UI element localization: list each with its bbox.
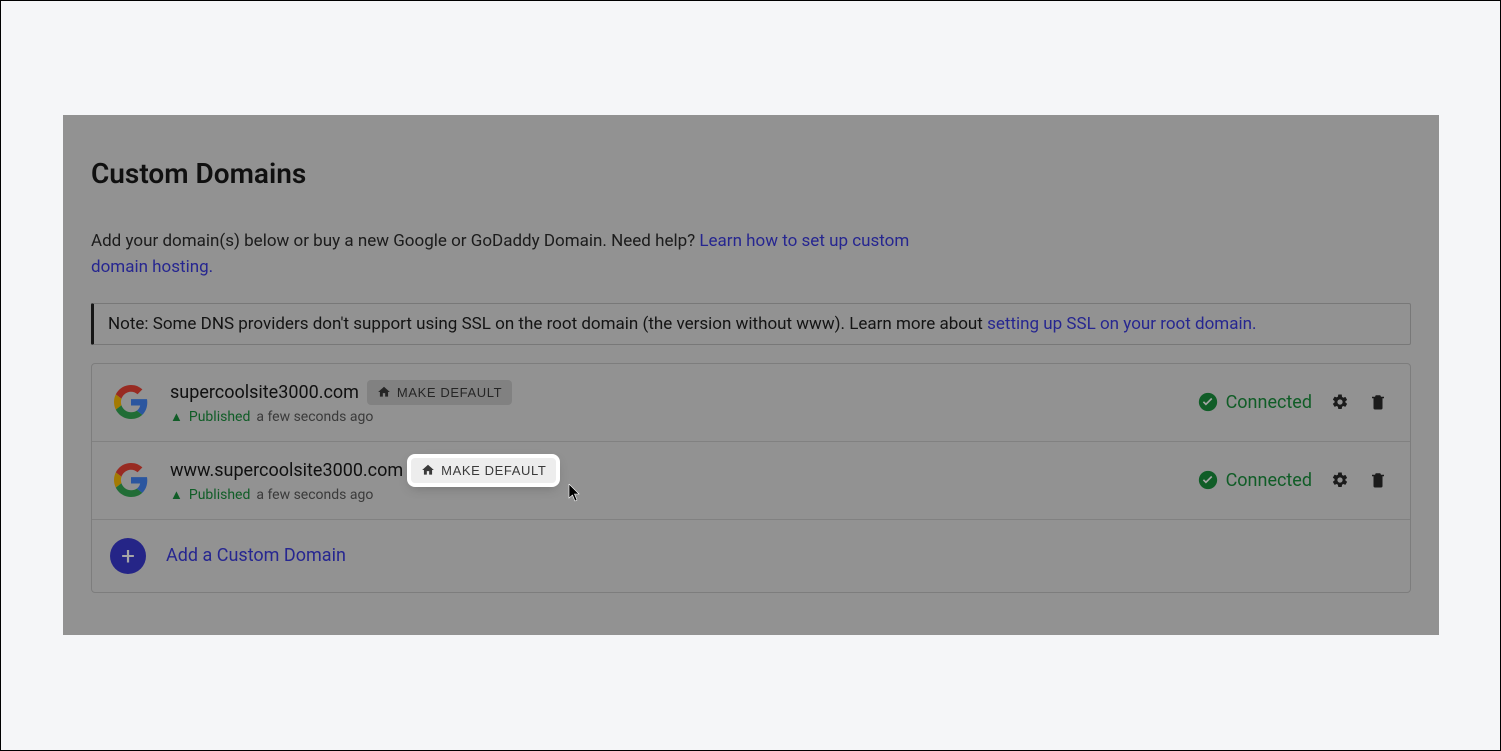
- time-ago: a few seconds ago: [256, 487, 373, 503]
- published-label: Published: [189, 409, 250, 425]
- domain-status: ▲ Published a few seconds ago: [170, 487, 1198, 503]
- connected-label: Connected: [1226, 470, 1312, 491]
- settings-button[interactable]: [1330, 470, 1350, 490]
- trash-icon: [1369, 393, 1387, 411]
- row-right: Connected: [1198, 470, 1388, 491]
- rocket-icon: ▲: [170, 487, 183, 503]
- settings-button[interactable]: [1330, 392, 1350, 412]
- domain-main: www.supercoolsite3000.com MAKE DEFAULT ▲…: [170, 458, 1198, 503]
- domain-main: supercoolsite3000.com MAKE DEFAULT ▲ Pub…: [170, 380, 1198, 425]
- make-default-button[interactable]: MAKE DEFAULT: [367, 380, 512, 405]
- domain-name: supercoolsite3000.com: [170, 382, 359, 403]
- make-default-label: MAKE DEFAULT: [397, 385, 502, 400]
- google-logo-icon: [114, 385, 148, 419]
- custom-domains-panel: Custom Domains Add your domain(s) below …: [63, 115, 1439, 635]
- check-circle-icon: [1198, 470, 1218, 490]
- row-right: Connected: [1198, 392, 1388, 413]
- domains-list: supercoolsite3000.com MAKE DEFAULT ▲ Pub…: [91, 363, 1411, 593]
- intro-text-block: Add your domain(s) below or buy a new Go…: [91, 228, 911, 281]
- delete-button[interactable]: [1368, 470, 1388, 490]
- make-default-label: MAKE DEFAULT: [441, 463, 546, 478]
- intro-text: Add your domain(s) below or buy a new Go…: [91, 231, 699, 251]
- connected-label: Connected: [1226, 392, 1312, 413]
- gear-icon: [1331, 471, 1349, 489]
- domain-row: www.supercoolsite3000.com MAKE DEFAULT ▲…: [92, 442, 1410, 520]
- plus-icon[interactable]: +: [110, 538, 146, 574]
- time-ago: a few seconds ago: [256, 409, 373, 425]
- home-icon: [421, 463, 435, 477]
- domain-status: ▲ Published a few seconds ago: [170, 409, 1198, 425]
- trash-icon: [1369, 471, 1387, 489]
- published-label: Published: [189, 487, 250, 503]
- make-default-button[interactable]: MAKE DEFAULT: [411, 458, 556, 483]
- note-text: Note: Some DNS providers don't support u…: [108, 314, 987, 334]
- ssl-root-domain-link[interactable]: setting up SSL on your root domain.: [987, 314, 1256, 334]
- home-icon: [377, 385, 391, 399]
- gear-icon: [1331, 393, 1349, 411]
- rocket-icon: ▲: [170, 409, 183, 425]
- domain-name: www.supercoolsite3000.com: [170, 460, 403, 481]
- check-circle-icon: [1198, 392, 1218, 412]
- page-title: Custom Domains: [91, 157, 1411, 190]
- domain-top: www.supercoolsite3000.com MAKE DEFAULT: [170, 458, 1198, 483]
- connected-status: Connected: [1198, 470, 1312, 491]
- add-domain-label[interactable]: Add a Custom Domain: [166, 545, 346, 566]
- add-domain-row[interactable]: + Add a Custom Domain: [92, 520, 1410, 592]
- delete-button[interactable]: [1368, 392, 1388, 412]
- ssl-note-box: Note: Some DNS providers don't support u…: [91, 303, 1411, 345]
- domain-top: supercoolsite3000.com MAKE DEFAULT: [170, 380, 1198, 405]
- domain-row: supercoolsite3000.com MAKE DEFAULT ▲ Pub…: [92, 364, 1410, 442]
- google-logo-icon: [114, 463, 148, 497]
- connected-status: Connected: [1198, 392, 1312, 413]
